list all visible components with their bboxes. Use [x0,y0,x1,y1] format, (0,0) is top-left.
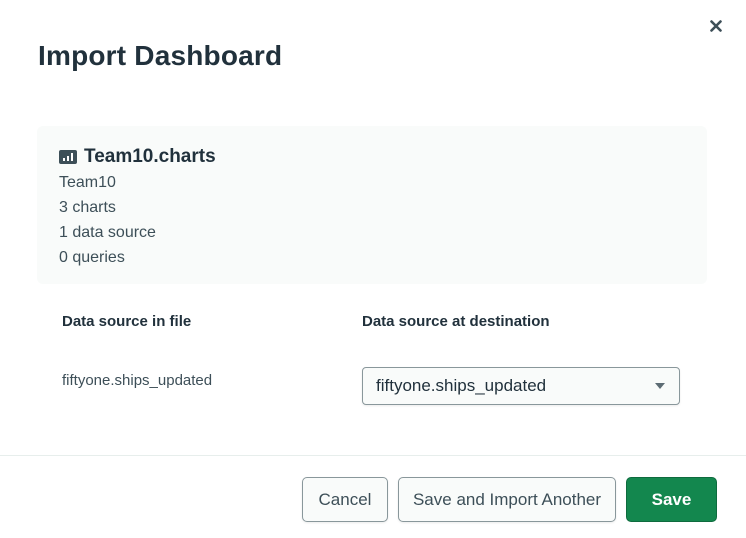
footer-divider [0,455,746,456]
selected-data-source: fiftyone.ships_updated [376,376,547,395]
data-sources-count: 1 data source [59,224,156,241]
modal-title: Import Dashboard [38,40,283,71]
col-header-source-at-destination: Data source at destination [362,313,550,330]
file-name: Team10.charts [84,146,216,167]
bar-chart-icon [59,150,77,164]
dashboard-name: Team10 [59,174,116,191]
close-icon [710,20,722,32]
chevron-down-icon [655,383,665,389]
charts-count: 3 charts [59,199,116,216]
save-button[interactable]: Save [626,477,717,522]
col-header-source-in-file: Data source in file [62,313,192,330]
queries-count: 0 queries [59,249,125,266]
file-data-source-name: fiftyone.ships_updated [62,372,213,389]
dashboard-summary-card: Team10.charts Team10 3 charts 1 data sou… [37,126,707,284]
summary-header: Team10.charts [59,146,216,168]
cancel-button[interactable]: Cancel [302,477,388,522]
close-button[interactable] [706,16,726,36]
save-and-import-another-button[interactable]: Save and Import Another [398,477,616,522]
destination-data-source-select[interactable]: fiftyone.ships_updated [362,367,680,405]
import-dashboard-modal: Import Dashboard Team10.charts Team10 3 … [0,0,746,538]
